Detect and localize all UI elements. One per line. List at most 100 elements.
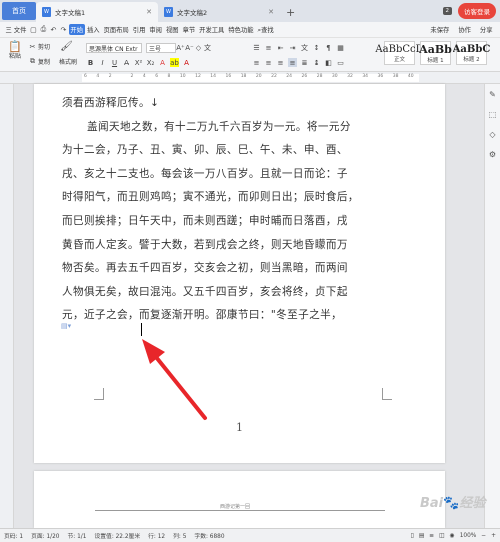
align-right-icon[interactable]: ≡: [276, 58, 285, 67]
menu-home[interactable]: 开始: [68, 24, 85, 35]
ruler-tick-label: 26: [301, 74, 308, 79]
text-line: 黄昏而人定亥。譬于大数，若到戌会之终，则天地昏矇而万: [62, 238, 348, 251]
select-icon[interactable]: ⬚: [489, 110, 497, 119]
highlight-icon[interactable]: ab: [170, 58, 179, 67]
header-separator: [95, 510, 385, 511]
phonetic-icon[interactable]: 文: [203, 44, 212, 53]
window-count-badge: 2: [442, 7, 452, 15]
menu-insert[interactable]: 插入: [86, 24, 102, 35]
shrink-font-icon[interactable]: A⁻: [185, 44, 194, 53]
border-icon[interactable]: ▭: [336, 58, 345, 67]
menu-file[interactable]: 三 文件: [4, 24, 28, 35]
redo-icon[interactable]: ↷: [59, 25, 68, 34]
menu-section[interactable]: 章节: [181, 24, 197, 35]
style-normal[interactable]: AaBbCcD 正文: [375, 41, 424, 65]
crop-mark: [94, 388, 104, 400]
align-left-icon[interactable]: ≡: [252, 58, 261, 67]
paragraph-layout-icon[interactable]: ▤▾: [61, 322, 71, 330]
increase-indent-icon[interactable]: ⇥: [288, 43, 297, 52]
subscript-icon[interactable]: X₂: [146, 58, 155, 67]
clear-format-icon[interactable]: ◇: [194, 44, 203, 53]
line-spacing-icon[interactable]: ↨: [312, 58, 321, 67]
font-size-select[interactable]: 三号: [146, 43, 176, 53]
shading-icon[interactable]: ◧: [324, 58, 333, 67]
chinese-layout-icon[interactable]: 文: [300, 43, 309, 52]
ruler-tick-label: 4: [142, 74, 146, 79]
superscript-icon[interactable]: X²: [134, 58, 143, 67]
table-icon[interactable]: ▦: [336, 43, 345, 52]
ruler-tick-label: 24: [286, 74, 293, 79]
vertical-ruler[interactable]: [0, 84, 14, 528]
strikethrough-icon[interactable]: A̶: [122, 58, 131, 67]
shape-icon[interactable]: ◇: [489, 130, 495, 139]
page-view-icon[interactable]: ▤: [419, 533, 424, 539]
bullet-list-icon[interactable]: ☰: [252, 43, 261, 52]
distribute-icon[interactable]: ≣: [300, 58, 309, 67]
format-painter-button[interactable]: 格式刷: [58, 57, 78, 66]
status-row: 行: 12: [148, 534, 166, 540]
cut-button[interactable]: ✂ 剪切: [28, 42, 51, 52]
grow-font-icon[interactable]: A⁺: [176, 44, 185, 53]
print-icon[interactable]: ⎙: [39, 25, 48, 34]
horizontal-ruler[interactable]: 6 4 2 2 4 6 8 10 12 14 16 18 20 22 24 26 28 30 32 34 36 38 40: [0, 72, 500, 84]
menu-view[interactable]: 视图: [164, 24, 180, 35]
numbered-list-icon[interactable]: ≡: [264, 43, 273, 52]
text-color-icon[interactable]: A: [182, 58, 191, 67]
zoom-out-button[interactable]: −: [481, 533, 486, 539]
guest-login-button[interactable]: 访客登录: [458, 3, 496, 19]
menu-developer[interactable]: 开发工具: [198, 24, 226, 35]
ruler-tick-label: 2: [130, 74, 134, 79]
italic-icon[interactable]: I: [98, 58, 107, 67]
paste-button[interactable]: 📋 粘贴: [6, 40, 24, 60]
undo-icon[interactable]: ↶: [49, 25, 58, 34]
home-tab[interactable]: 首页: [2, 2, 36, 20]
outline-view-icon[interactable]: ≡: [429, 533, 434, 539]
web-view-icon[interactable]: ◫: [439, 533, 444, 539]
edit-icon[interactable]: ✎: [489, 90, 496, 99]
zoom-level[interactable]: 100%: [460, 533, 477, 539]
save-icon[interactable]: ▢: [29, 25, 38, 34]
view-mode-icon[interactable]: ▯: [411, 533, 414, 539]
close-icon[interactable]: ✕: [268, 8, 274, 16]
collaborate-button[interactable]: 协作: [457, 24, 473, 35]
ruler-tick-label: 34: [362, 74, 369, 79]
ruler-tick-label: 10: [179, 74, 186, 79]
settings-icon[interactable]: ⚙: [489, 150, 496, 159]
tab-document-2[interactable]: W 文字文稿2 ✕: [158, 2, 280, 22]
tab-document-1-label: 文字文稿1: [55, 9, 86, 17]
decrease-indent-icon[interactable]: ⇤: [276, 43, 285, 52]
underline-icon[interactable]: U: [110, 58, 119, 67]
unsaved-button[interactable]: 未保存: [429, 24, 451, 35]
align-center-icon[interactable]: ≡: [264, 58, 273, 67]
tab-document-1[interactable]: W 文字文稿1 ✕: [36, 2, 158, 22]
menu-find[interactable]: ⌕查找: [256, 24, 275, 36]
justify-icon[interactable]: ≡: [288, 58, 297, 67]
show-marks-icon[interactable]: ¶: [324, 43, 333, 52]
menu-page-layout[interactable]: 页面布局: [102, 24, 130, 35]
zoom-in-button[interactable]: +: [491, 533, 496, 539]
status-col: 列: 5: [173, 534, 187, 540]
font-color-icon[interactable]: A: [158, 58, 167, 67]
menu-features[interactable]: 特色功能: [227, 24, 255, 35]
status-pages: 页面: 1/20: [31, 534, 60, 540]
new-tab-button[interactable]: +: [286, 6, 295, 19]
page-header: 西游记第一回: [220, 504, 251, 510]
style-heading-1[interactable]: AaBb 标题 1: [419, 41, 452, 65]
tab-bar: 首页 W 文字文稿1 ✕ W 文字文稿2 ✕ + 2 访客登录: [0, 0, 500, 22]
font-name-select[interactable]: 思源黑体 CN Extr: [86, 43, 142, 53]
document-body[interactable]: 须看西游释厄传。↓ 盖闻天地之数，有十二万九千六百岁为一元。将一元分 为十二会，…: [62, 92, 392, 328]
menu-references[interactable]: 引用: [131, 24, 147, 35]
brush-icon[interactable]: 🖌: [60, 41, 73, 52]
text-line: 而巳则挨排；日午天中，而未则西蹉；申时晡而日落酉，戌: [62, 214, 348, 227]
eye-icon[interactable]: ◉: [450, 533, 455, 539]
bold-icon[interactable]: B: [86, 58, 95, 67]
copy-button[interactable]: ⧉ 复制: [28, 57, 51, 66]
text-cursor: [141, 323, 142, 336]
style-heading-2[interactable]: AaBbC 标题 2: [453, 41, 490, 65]
document-page-2[interactable]: [34, 471, 445, 528]
text-line: 时得阳气，而丑则鸡鸣；寅不通光，而卯则日出；辰时食后，: [62, 191, 359, 204]
close-icon[interactable]: ✕: [146, 8, 152, 16]
sort-icon[interactable]: ↕: [312, 43, 321, 52]
share-button[interactable]: 分享: [478, 24, 494, 35]
menu-review[interactable]: 审阅: [148, 24, 164, 35]
